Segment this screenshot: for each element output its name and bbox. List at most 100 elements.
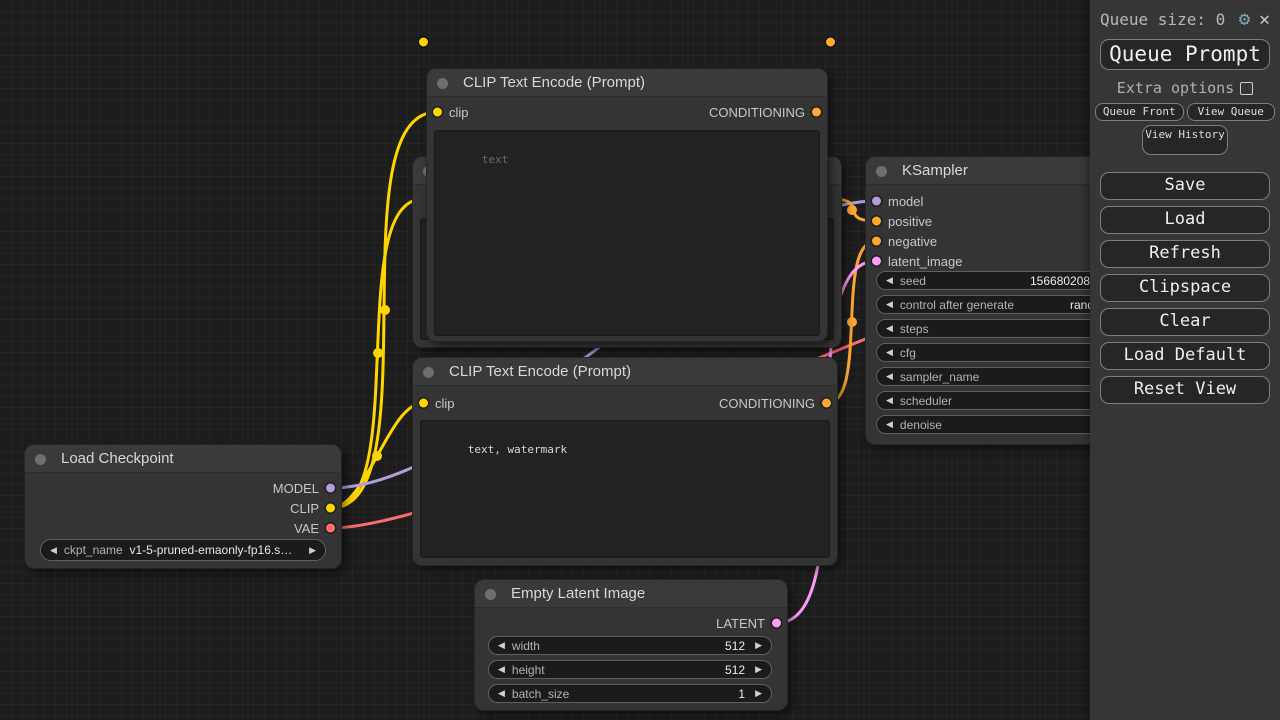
save-button[interactable]: Save	[1100, 172, 1270, 200]
node-header[interactable]: KSampler	[866, 157, 1126, 185]
menu-header: Queue size: 0 ⚙ ✕	[1090, 0, 1280, 32]
prev-value-arrow-icon[interactable]: ◀	[886, 300, 893, 309]
model-output-port[interactable]	[326, 484, 335, 493]
queue-size-label: Queue size: 0	[1100, 10, 1230, 29]
node-graph-canvas[interactable]: be bo CLIP Text Encode (Prompt) clip CON…	[0, 0, 1280, 720]
widget-label: steps	[900, 322, 929, 336]
height-number-widget[interactable]: ◀ height 512 ▶	[488, 660, 772, 679]
node-header[interactable]: CLIP Text Encode (Prompt)	[413, 358, 837, 386]
view-queue-button[interactable]: View Queue	[1187, 103, 1276, 121]
node-title: CLIP Text Encode (Prompt)	[463, 74, 645, 91]
load-button[interactable]: Load	[1100, 206, 1270, 234]
cfg-number-widget[interactable]: ◀ cfg	[876, 343, 1116, 362]
model-input-port[interactable]	[872, 197, 881, 206]
extra-options-checkbox[interactable]	[1240, 82, 1253, 95]
clip-output-port[interactable]	[326, 504, 335, 513]
widget-label: ckpt_name	[64, 543, 123, 557]
conditioning-output-port[interactable]	[822, 399, 831, 408]
prev-value-arrow-icon[interactable]: ◀	[50, 546, 57, 555]
link-midpoint-dot	[373, 348, 383, 358]
batch-size-number-widget[interactable]: ◀ batch_size 1 ▶	[488, 684, 772, 703]
node-title: KSampler	[902, 162, 968, 179]
decrement-arrow-icon[interactable]: ◀	[886, 348, 893, 357]
prompt-text-field[interactable]: text, watermark	[420, 420, 830, 558]
conditioning-output-port[interactable]	[826, 38, 835, 47]
widget-value: v1-5-pruned-emaonly-fp16.s…	[129, 543, 292, 557]
extra-options-label: Extra options	[1117, 79, 1234, 97]
node-ksampler[interactable]: KSampler model positive negative latent_…	[866, 157, 1126, 444]
queue-prompt-button[interactable]: Queue Prompt	[1100, 39, 1270, 70]
node-clip-text-encode-negative[interactable]: CLIP Text Encode (Prompt) clip CONDITION…	[413, 358, 837, 565]
collapse-dot[interactable]	[485, 589, 496, 600]
link-midpoint-dot	[380, 305, 390, 315]
decrement-arrow-icon[interactable]: ◀	[498, 641, 505, 650]
widget-label: width	[512, 639, 540, 653]
positive-input-port[interactable]	[872, 217, 881, 226]
scheduler-combo-widget[interactable]: ◀ scheduler	[876, 391, 1116, 410]
decrement-arrow-icon[interactable]: ◀	[886, 324, 893, 333]
port-label: CONDITIONING	[709, 105, 827, 120]
width-number-widget[interactable]: ◀ width 512 ▶	[488, 636, 772, 655]
link-midpoint-dot	[847, 205, 857, 215]
load-default-button[interactable]: Load Default	[1100, 342, 1270, 370]
widget-value: 512	[725, 639, 745, 653]
decrement-arrow-icon[interactable]: ◀	[886, 420, 893, 429]
increment-arrow-icon[interactable]: ▶	[755, 689, 762, 698]
node-clip-text-encode-top[interactable]: CLIP Text Encode (Prompt) clip CONDITION…	[427, 69, 827, 341]
settings-gear-icon[interactable]: ⚙	[1239, 8, 1250, 30]
close-icon[interactable]: ✕	[1259, 9, 1270, 30]
node-title: Load Checkpoint	[61, 450, 174, 467]
conditioning-output-port[interactable]	[812, 108, 821, 117]
vae-output-port[interactable]	[326, 524, 335, 533]
widget-value: 1	[738, 687, 745, 701]
node-header[interactable]: CLIP Text Encode (Prompt)	[427, 69, 827, 97]
refresh-button[interactable]: Refresh	[1100, 240, 1270, 268]
view-history-button[interactable]: View History	[1142, 125, 1228, 155]
collapse-dot[interactable]	[437, 78, 448, 89]
node-empty-latent-image[interactable]: Empty Latent Image LATENT ◀ width 512 ▶ …	[475, 580, 787, 710]
clip-input-port[interactable]	[433, 108, 442, 117]
prev-value-arrow-icon[interactable]: ◀	[886, 372, 893, 381]
node-title: CLIP Text Encode (Prompt)	[449, 363, 631, 380]
node-load-checkpoint[interactable]: Load Checkpoint MODEL CLIP VAE ◀ ckpt_na…	[25, 445, 341, 568]
prev-value-arrow-icon[interactable]: ◀	[886, 396, 893, 405]
node-header[interactable]: Empty Latent Image	[475, 580, 787, 608]
widget-label: cfg	[900, 346, 916, 360]
clip-input-port[interactable]	[419, 38, 428, 47]
denoise-number-widget[interactable]: ◀ denoise	[876, 415, 1116, 434]
latent-image-input-port[interactable]	[872, 257, 881, 266]
widget-label: batch_size	[512, 687, 569, 701]
clipspace-button[interactable]: Clipspace	[1100, 274, 1270, 302]
link-midpoint-dot	[372, 451, 382, 461]
steps-number-widget[interactable]: ◀ steps	[876, 319, 1116, 338]
node-title: Empty Latent Image	[511, 585, 645, 602]
control-after-generate-widget[interactable]: ◀ control after generate randomize	[876, 295, 1116, 314]
collapse-dot[interactable]	[423, 367, 434, 378]
placeholder-text: text	[482, 153, 509, 166]
node-header[interactable]: Load Checkpoint	[25, 445, 341, 473]
decrement-arrow-icon[interactable]: ◀	[886, 276, 893, 285]
seed-number-widget[interactable]: ◀ seed 15668020871	[876, 271, 1116, 290]
widget-label: control after generate	[900, 298, 1014, 312]
reset-view-button[interactable]: Reset View	[1100, 376, 1270, 404]
text-line: text, watermark	[468, 443, 567, 456]
prompt-text-field[interactable]: text	[434, 130, 820, 336]
clear-button[interactable]: Clear	[1100, 308, 1270, 336]
clip-input-port[interactable]	[419, 399, 428, 408]
increment-arrow-icon[interactable]: ▶	[755, 641, 762, 650]
negative-input-port[interactable]	[872, 237, 881, 246]
collapse-dot[interactable]	[35, 454, 46, 465]
decrement-arrow-icon[interactable]: ◀	[498, 665, 505, 674]
queue-front-button[interactable]: Queue Front	[1095, 103, 1184, 121]
ckpt-name-combo-widget[interactable]: ◀ ckpt_name v1-5-pruned-emaonly-fp16.s… …	[40, 539, 326, 561]
link-midpoint-dot	[847, 317, 857, 327]
sampler-name-combo-widget[interactable]: ◀ sampler_name	[876, 367, 1116, 386]
decrement-arrow-icon[interactable]: ◀	[498, 689, 505, 698]
increment-arrow-icon[interactable]: ▶	[755, 665, 762, 674]
next-value-arrow-icon[interactable]: ▶	[309, 546, 316, 555]
widget-label: scheduler	[900, 394, 952, 408]
collapse-dot[interactable]	[876, 166, 887, 177]
widget-label: seed	[900, 274, 926, 288]
latent-output-port[interactable]	[772, 619, 781, 628]
widget-label: sampler_name	[900, 370, 979, 384]
